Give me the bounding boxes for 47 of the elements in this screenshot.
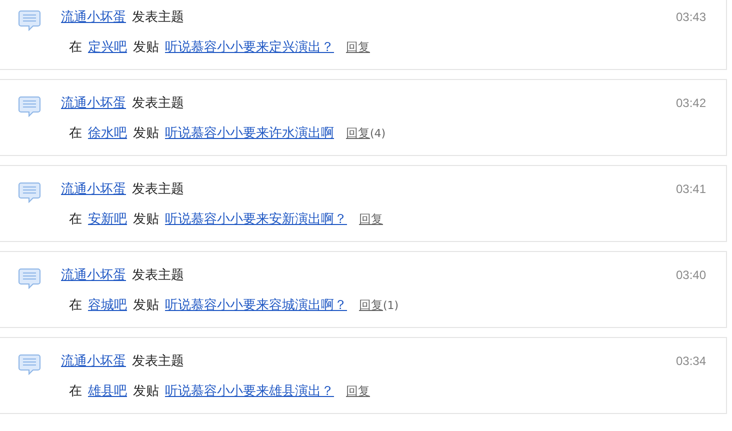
forum-link[interactable]: 徐水吧 — [88, 124, 127, 142]
post-time: 03:43 — [676, 10, 706, 24]
post-text: 发贴 — [133, 383, 159, 400]
post-time: 03:41 — [676, 182, 706, 196]
user-link[interactable]: 流通小坏蛋 — [61, 266, 126, 284]
in-text: 在 — [69, 211, 82, 228]
forum-link[interactable]: 定兴吧 — [88, 38, 127, 56]
forum-link[interactable]: 容城吧 — [88, 296, 127, 314]
user-link[interactable]: 流通小坏蛋 — [61, 94, 126, 112]
action-text: 发表主题 — [132, 95, 184, 112]
post-text: 发贴 — [133, 125, 159, 142]
message-icon — [18, 182, 41, 203]
action-text: 发表主题 — [132, 267, 184, 284]
action-text: 发表主题 — [132, 181, 184, 198]
post-text: 发贴 — [133, 297, 159, 314]
post-text: 发贴 — [133, 39, 159, 56]
user-link[interactable]: 流通小坏蛋 — [61, 180, 126, 198]
in-text: 在 — [69, 297, 82, 314]
in-text: 在 — [69, 125, 82, 142]
user-link[interactable]: 流通小坏蛋 — [61, 352, 126, 370]
post-time: 03:42 — [676, 96, 706, 110]
reply-count: (1) — [383, 299, 399, 312]
post-title-link[interactable]: 听说慕容小小要来雄县演出？ — [165, 382, 334, 400]
reply-link[interactable]: 回复 — [359, 297, 383, 314]
in-text: 在 — [69, 39, 82, 56]
message-icon — [18, 268, 41, 289]
reply-count: (4) — [370, 127, 386, 140]
reply-link[interactable]: 回复 — [346, 125, 370, 142]
post-time: 03:34 — [676, 354, 706, 368]
post-title-link[interactable]: 听说慕容小小要来许水演出啊 — [165, 124, 334, 142]
user-link[interactable]: 流通小坏蛋 — [61, 8, 126, 26]
forum-link[interactable]: 雄县吧 — [88, 382, 127, 400]
action-text: 发表主题 — [132, 9, 184, 26]
message-icon — [18, 96, 41, 117]
reply-link[interactable]: 回复 — [346, 39, 370, 56]
reply-link[interactable]: 回复 — [359, 211, 383, 228]
post-text: 发贴 — [133, 211, 159, 228]
in-text: 在 — [69, 383, 82, 400]
post-time: 03:40 — [676, 268, 706, 282]
message-icon — [18, 354, 41, 375]
message-icon — [18, 10, 41, 31]
action-text: 发表主题 — [132, 353, 184, 370]
reply-link[interactable]: 回复 — [346, 383, 370, 400]
post-title-link[interactable]: 听说慕容小小要来定兴演出？ — [165, 38, 334, 56]
post-title-link[interactable]: 听说慕容小小要来容城演出啊？ — [165, 296, 347, 314]
post-title-link[interactable]: 听说慕容小小要来安新演出啊？ — [165, 210, 347, 228]
forum-link[interactable]: 安新吧 — [88, 210, 127, 228]
